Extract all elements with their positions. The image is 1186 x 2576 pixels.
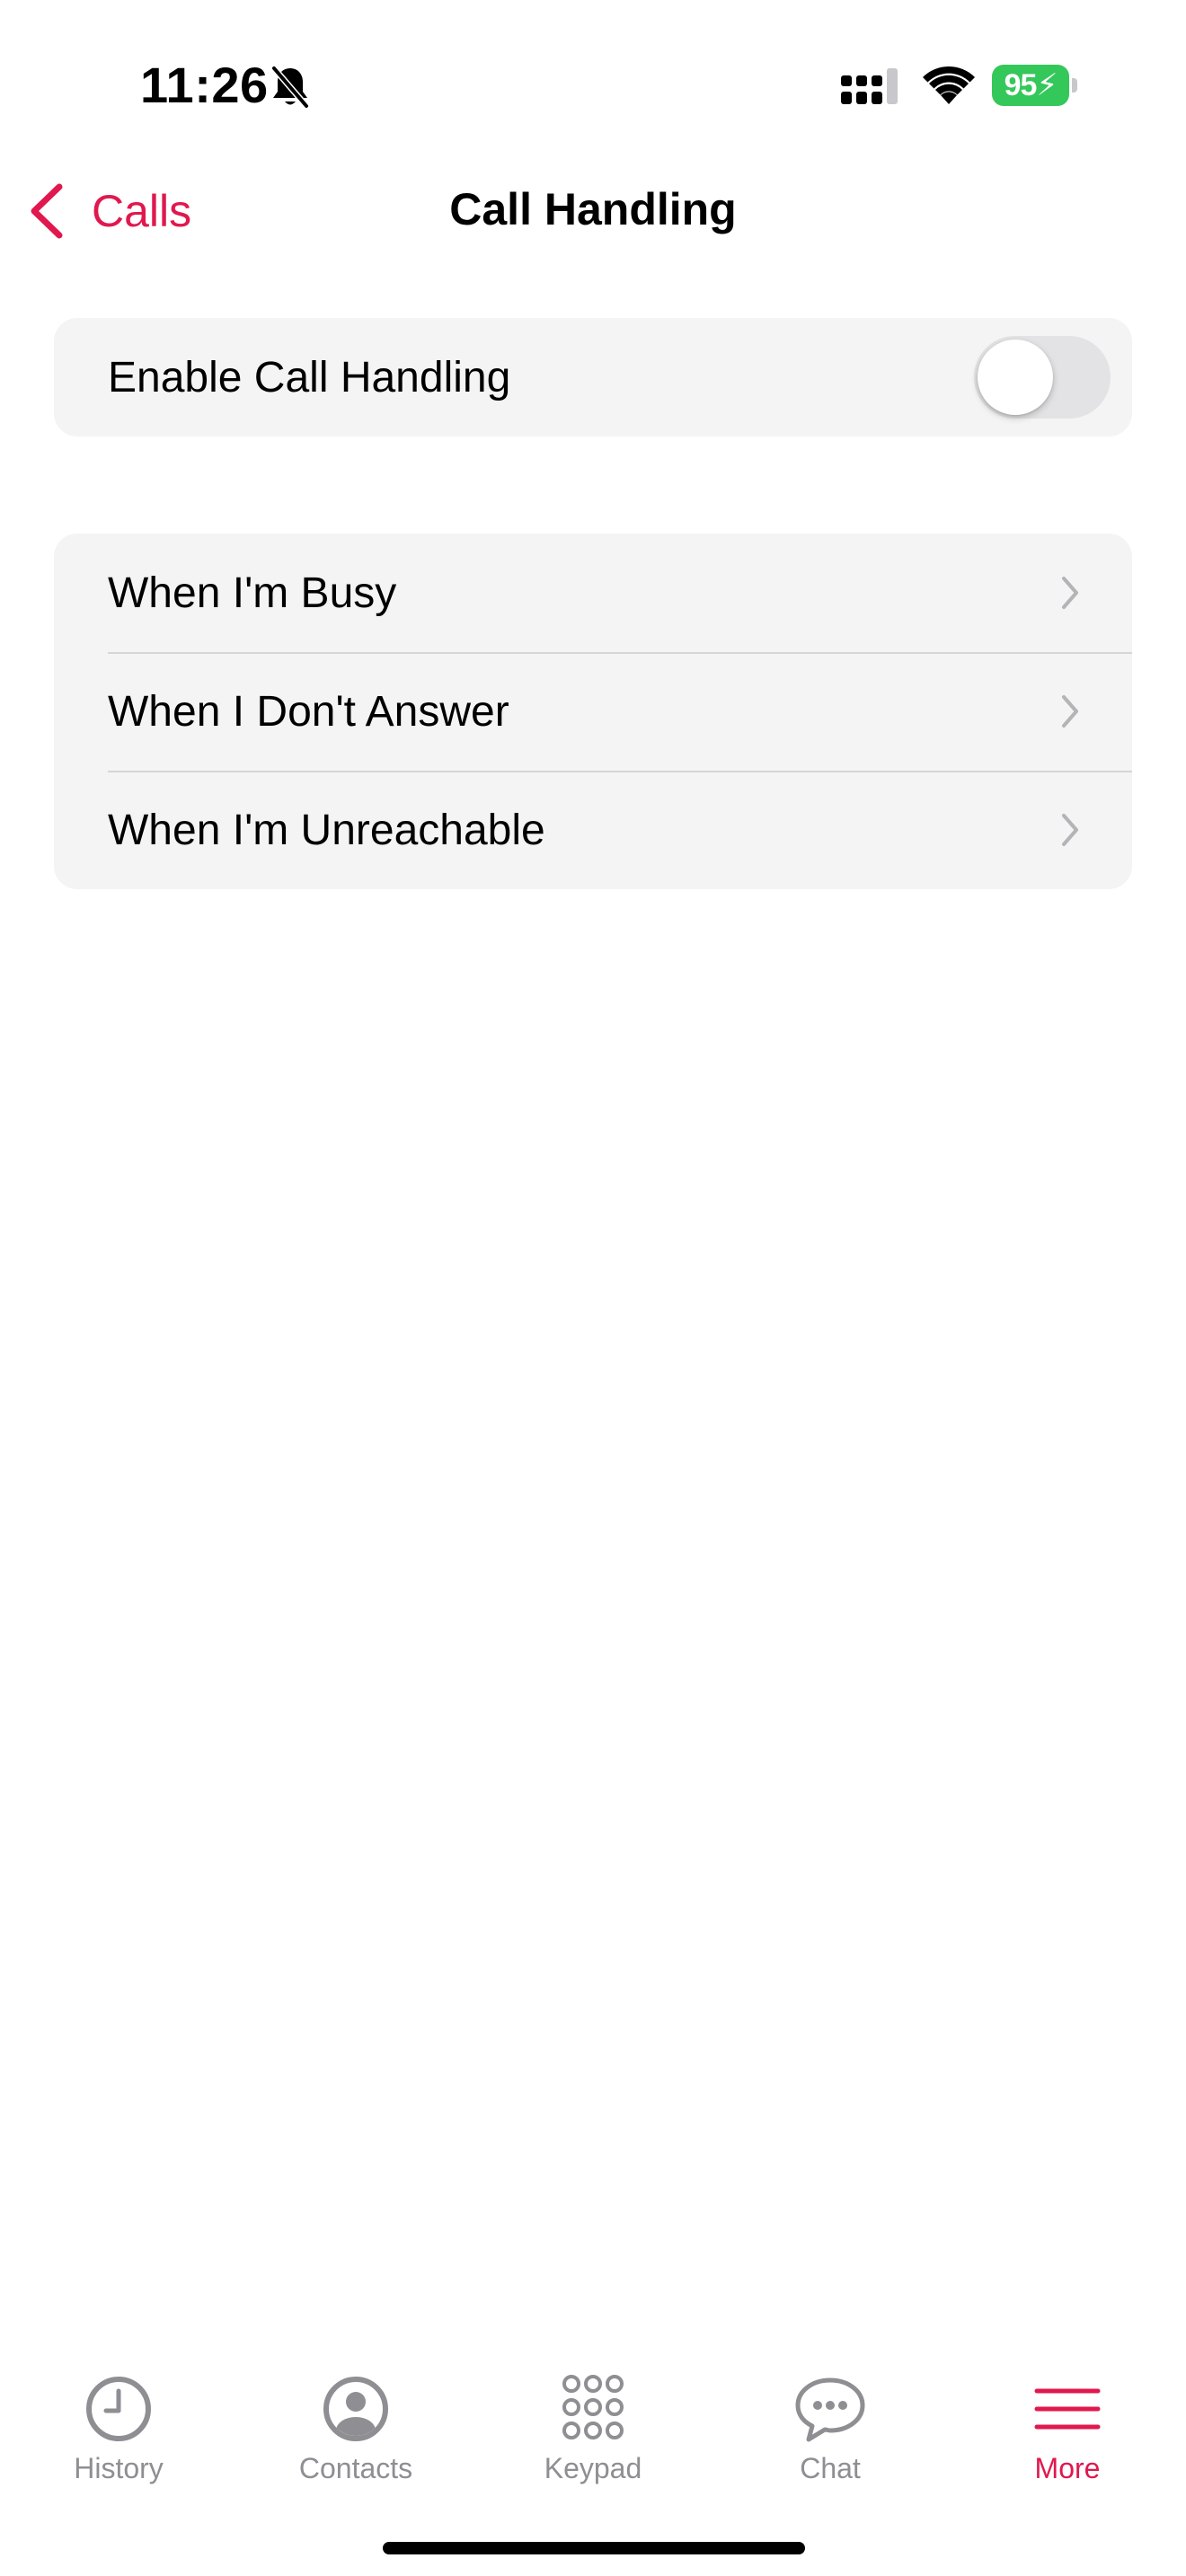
chevron-right-icon xyxy=(1062,814,1078,846)
toggle-knob xyxy=(978,340,1053,415)
enable-call-handling-row: Enable Call Handling xyxy=(54,318,1132,437)
tab-keypad[interactable]: Keypad xyxy=(474,2344,712,2515)
bell-slash-icon xyxy=(270,65,310,110)
chevron-right-icon xyxy=(1062,695,1078,728)
status-time: 11:26 xyxy=(140,57,269,113)
battery-charging-icon: 95⚡ xyxy=(992,65,1078,106)
enable-call-handling-label: Enable Call Handling xyxy=(108,353,511,401)
rule-row-no-answer[interactable]: When I Don't Answer xyxy=(54,652,1132,771)
call-handling-rules-group: When I'm Busy When I Don't Answer When I… xyxy=(54,534,1132,889)
tab-label: History xyxy=(74,2452,164,2484)
enable-call-handling-group: Enable Call Handling xyxy=(54,318,1132,437)
tab-label: Contacts xyxy=(298,2452,413,2484)
tab-more[interactable]: More xyxy=(949,2344,1186,2515)
rule-label: When I'm Busy xyxy=(108,569,397,617)
cellular-signal-icon xyxy=(841,68,898,104)
tab-bar: History Contacts Keypad Chat More xyxy=(0,2344,1186,2515)
battery-percent: 95 xyxy=(1004,68,1038,102)
home-indicator xyxy=(383,2542,805,2554)
page-title: Call Handling xyxy=(449,184,737,234)
battery-cap xyxy=(1072,78,1077,93)
bolt-icon: ⚡ xyxy=(1036,68,1058,102)
keypad-icon xyxy=(562,2375,624,2439)
wifi-icon xyxy=(923,66,975,104)
rule-label: When I'm Unreachable xyxy=(108,806,545,854)
call-handling-screen: 11:26 95⚡ Calls Call Handling Enable Cal… xyxy=(0,0,1186,2576)
enable-call-handling-toggle[interactable] xyxy=(974,336,1111,419)
chat-bubble-icon xyxy=(795,2378,865,2442)
tab-label: Keypad xyxy=(544,2452,642,2484)
clock-icon xyxy=(86,2377,151,2441)
battery-level: 95⚡ xyxy=(992,65,1069,106)
tab-history[interactable]: History xyxy=(0,2344,237,2515)
navigation-bar: Calls Call Handling xyxy=(0,171,1186,251)
status-bar: 11:26 95⚡ xyxy=(0,0,1186,171)
tab-label: Chat xyxy=(800,2452,861,2484)
rule-row-busy[interactable]: When I'm Busy xyxy=(54,534,1132,652)
person-circle-icon xyxy=(323,2377,388,2441)
tab-contacts[interactable]: Contacts xyxy=(237,2344,474,2515)
menu-lines-icon xyxy=(1034,2388,1101,2430)
rule-label: When I Don't Answer xyxy=(108,687,509,736)
rule-row-unreachable[interactable]: When I'm Unreachable xyxy=(54,771,1132,889)
tab-label: More xyxy=(1034,2452,1101,2484)
tab-chat[interactable]: Chat xyxy=(712,2344,949,2515)
chevron-right-icon xyxy=(1062,577,1078,609)
